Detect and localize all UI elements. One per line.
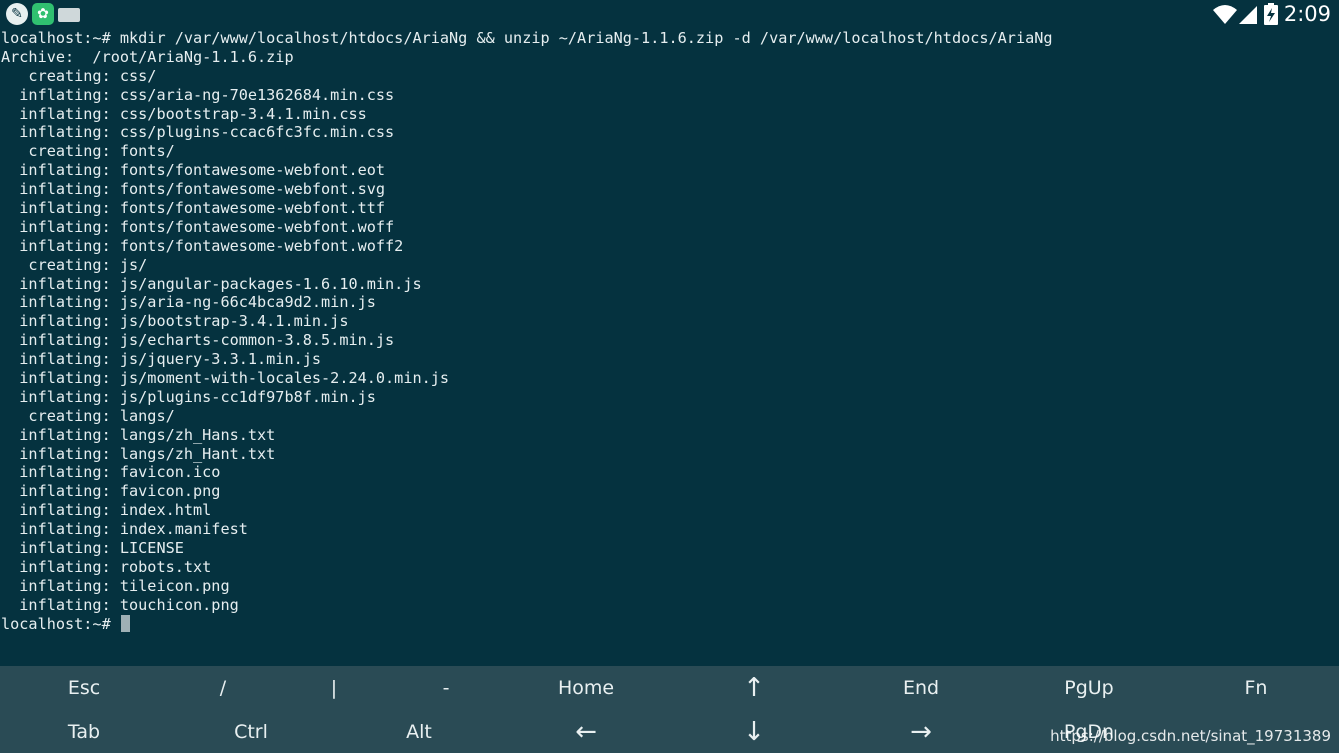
- terminal-line: creating: js/: [1, 255, 148, 274]
- cell-signal-icon: [1238, 6, 1257, 24]
- key-pgdn[interactable]: PgDn: [1015, 710, 1163, 753]
- terminal-line: inflating: robots.txt: [1, 557, 212, 576]
- extra-keys-bar: Esc / | - Home ↑ End PgUp Fn Tab Ctrl Al…: [0, 666, 1339, 753]
- battery-charging-icon: [1263, 3, 1278, 25]
- status-bar: ✎ ✿ 2:09: [0, 0, 1339, 28]
- key-arrow-up[interactable]: ↑: [680, 666, 828, 710]
- system-icons: 2:09: [1212, 0, 1331, 28]
- text-cursor: [120, 614, 130, 632]
- key-fn[interactable]: Fn: [1182, 666, 1330, 710]
- terminal-prompt-line[interactable]: localhost:~#: [1, 614, 1337, 634]
- key-ctrl[interactable]: Ctrl: [177, 710, 325, 753]
- terminal-line: inflating: js/moment-with-locales-2.24.0…: [1, 369, 450, 388]
- android-icon: ✿: [32, 3, 54, 25]
- terminal-line: localhost:~# mkdir /var/www/localhost/ht…: [1, 29, 1053, 47]
- terminal-line: inflating: js/echarts-common-3.8.5.min.j…: [1, 331, 395, 350]
- terminal-output[interactable]: localhost:~# mkdir /var/www/localhost/ht…: [1, 29, 1337, 661]
- terminal-line: inflating: js/plugins-cc1df97b8f.min.js: [1, 387, 376, 406]
- key-pgup[interactable]: PgUp: [1015, 666, 1163, 710]
- terminal-line: inflating: favicon.png: [1, 482, 221, 501]
- terminal-line: Archive: /root/AriaNg-1.1.6.zip: [1, 47, 294, 66]
- key-tab[interactable]: Tab: [10, 710, 158, 753]
- key-esc[interactable]: Esc: [10, 666, 158, 710]
- terminal-line: inflating: langs/zh_Hans.txt: [1, 425, 276, 444]
- terminal-line: inflating: fonts/fontawesome-webfont.svg: [1, 180, 386, 199]
- terminal-line: inflating: index.html: [1, 501, 212, 520]
- terminal-line: creating: fonts/: [1, 142, 175, 161]
- terminal-line: inflating: LICENSE: [1, 539, 184, 558]
- terminal-line: inflating: fonts/fontawesome-webfont.wof…: [1, 236, 404, 255]
- terminal-line: creating: langs/: [1, 406, 175, 425]
- terminal-line: inflating: css/bootstrap-3.4.1.min.css: [1, 104, 367, 123]
- notification-icons: ✎ ✿: [6, 3, 80, 25]
- extra-keys-row-1: Esc / | - Home ↑ End PgUp Fn: [0, 666, 1339, 710]
- key-end[interactable]: End: [847, 666, 995, 710]
- extra-keys-row-2: Tab Ctrl Alt ← ↓ → PgDn: [0, 710, 1339, 753]
- terminal-line: creating: css/: [1, 66, 157, 85]
- clock: 2:09: [1283, 2, 1331, 26]
- feather-icon: ✎: [6, 3, 28, 25]
- terminal-line: inflating: index.manifest: [1, 520, 248, 539]
- terminal-line: inflating: css/plugins-ccac6fc3fc.min.cs…: [1, 123, 395, 142]
- terminal-line: inflating: js/aria-ng-66c4bca9d2.min.js: [1, 293, 376, 312]
- key-arrow-down[interactable]: ↓: [680, 710, 828, 753]
- terminal-line: inflating: js/angular-packages-1.6.10.mi…: [1, 274, 422, 293]
- keyboard-icon: [58, 8, 80, 22]
- wifi-icon: [1212, 5, 1257, 24]
- terminal-line: inflating: touchicon.png: [1, 595, 239, 614]
- terminal-line: inflating: fonts/fontawesome-webfont.eot: [1, 161, 386, 180]
- shell-prompt: localhost:~#: [1, 614, 120, 633]
- terminal-line: inflating: langs/zh_Hant.txt: [1, 444, 276, 463]
- key-alt[interactable]: Alt: [345, 710, 493, 753]
- terminal-line: inflating: fonts/fontawesome-webfont.wof…: [1, 217, 395, 236]
- key-home[interactable]: Home: [512, 666, 660, 710]
- terminal-line: inflating: js/jquery-3.3.1.min.js: [1, 350, 322, 369]
- terminal-line: inflating: js/bootstrap-3.4.1.min.js: [1, 312, 349, 331]
- key-dash[interactable]: -: [372, 666, 520, 710]
- key-arrow-right[interactable]: →: [847, 710, 995, 753]
- terminal-line: inflating: favicon.ico: [1, 463, 221, 482]
- terminal-line: inflating: fonts/fontawesome-webfont.ttf: [1, 199, 386, 218]
- key-arrow-left[interactable]: ←: [512, 710, 660, 753]
- terminal-line: inflating: css/aria-ng-70e1362684.min.cs…: [1, 85, 395, 104]
- terminal-line: inflating: tileicon.png: [1, 576, 230, 595]
